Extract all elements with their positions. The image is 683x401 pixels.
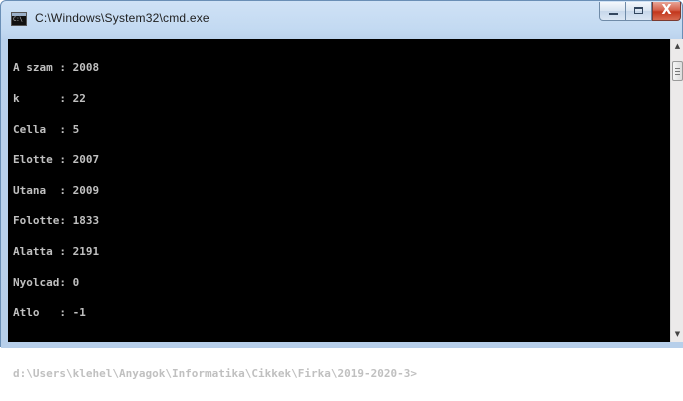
close-icon: X (661, 3, 672, 18)
console-line: k : 22 (13, 92, 86, 105)
console-line: Atlo : -1 (13, 306, 86, 320)
grip-line (675, 68, 680, 69)
grip-line (675, 74, 680, 75)
cmd-icon[interactable]: C:\ (11, 12, 27, 26)
minimize-button[interactable] (599, 2, 626, 21)
console-line: Elotte : 2007 (13, 153, 100, 167)
scroll-up-icon[interactable]: ▲ (671, 39, 683, 54)
console-line: Alatta : 2191 (13, 244, 100, 258)
scroll-thumb[interactable] (672, 61, 683, 81)
maximize-button[interactable] (626, 2, 652, 21)
cmd-icon-text: C:\ (13, 16, 23, 23)
title-bar[interactable]: C:\ C:\Windows\System32\cmd.exe X (1, 1, 682, 39)
console-line: Folotte: 1833 (13, 214, 100, 228)
close-button[interactable]: X (652, 2, 681, 21)
console-line: Cella : 5 (13, 122, 80, 136)
window-frame-bottom (1, 342, 683, 348)
console-line: Nyolcad: 0 (13, 275, 80, 289)
console-line: A szam : 2008 (13, 61, 100, 75)
scroll-down-icon[interactable]: ▼ (671, 327, 683, 342)
maximize-icon (634, 7, 643, 14)
window-title: C:\Windows\System32\cmd.exe (35, 11, 210, 25)
vertical-scrollbar[interactable]: ▲ ▼ (670, 39, 683, 342)
cmd-window: C:\ C:\Windows\System32\cmd.exe X A szam… (0, 0, 683, 379)
console-line: Utana : 2009 (13, 183, 100, 197)
minimize-icon (609, 13, 618, 15)
command-prompt[interactable]: d:\Users\klehel\Anyagok\Informatika\Cikk… (13, 368, 653, 379)
grip-line (675, 71, 680, 72)
